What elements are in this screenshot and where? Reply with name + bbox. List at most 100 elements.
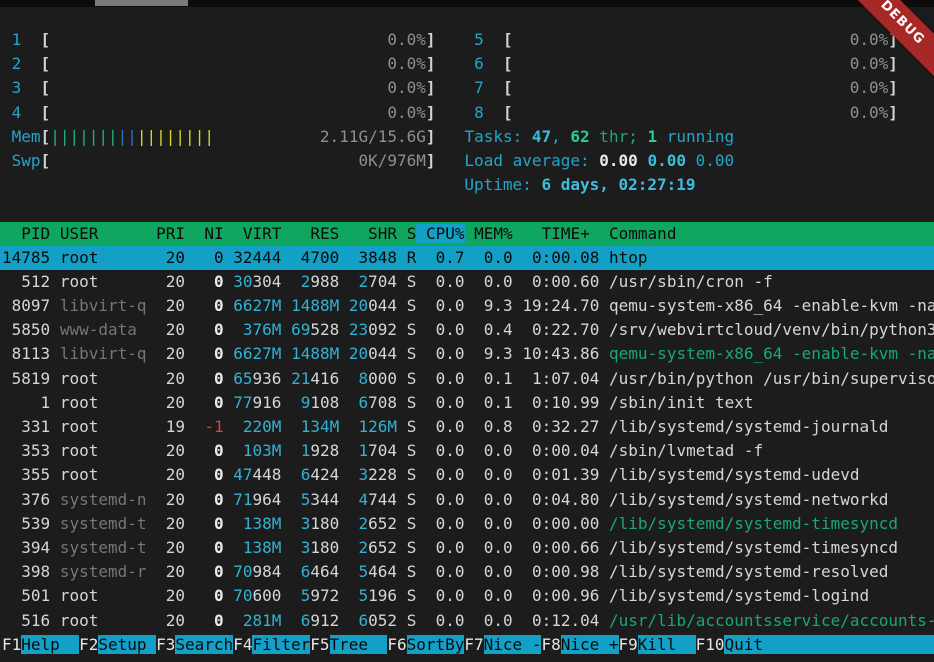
fkey-setup[interactable]: F2Setup — [79, 635, 156, 654]
cell-time: 0:00.00 — [522, 514, 599, 533]
process-row[interactable]: 8097 libvirt-q 20 0 6627M 1488M 20044 S … — [0, 294, 934, 318]
cell-user: root — [60, 417, 147, 436]
cell-mem: 0.0 — [474, 514, 513, 533]
cell-ni: 0 — [195, 296, 224, 315]
fkey-search[interactable]: F3Search — [156, 635, 233, 654]
cell-user: root — [60, 369, 147, 388]
cell-state: S — [407, 611, 417, 630]
cpu-meter-7-label: 7 — [474, 78, 503, 97]
cpu-meter-2-value: 0.0% — [387, 54, 426, 73]
process-row[interactable]: 539 systemd-t 20 0 138M 3180 2652 S 0.0 … — [0, 512, 934, 536]
cell-user: systemd-t — [60, 538, 147, 557]
F7-key: F7 — [464, 635, 483, 654]
cell-mem: 9.3 — [474, 296, 513, 315]
tasks-summary: 1 — [647, 127, 657, 146]
F3-key: F3 — [156, 635, 175, 654]
cell-ni: 0 — [195, 393, 224, 412]
scrollbar-thumb[interactable] — [95, 0, 188, 6]
process-row[interactable]: 5819 root 20 0 65936 21416 8000 S 0.0 0.… — [0, 367, 934, 391]
cell-mem: 0.0 — [474, 538, 513, 557]
cell-state: S — [407, 538, 417, 557]
column-header-pri[interactable]: PRI — [156, 224, 185, 243]
process-row[interactable]: 8113 libvirt-q 20 0 6627M 1488M 20044 S … — [0, 342, 934, 366]
column-header-mem[interactable]: MEM% — [474, 224, 513, 243]
swp-meter-value: 0K/976M — [358, 151, 425, 170]
cpu-meter-1-open-bracket: [ — [41, 30, 51, 49]
fkey-sortby[interactable]: F6SortBy — [387, 635, 464, 654]
cell-state: S — [407, 369, 417, 388]
column-header-command[interactable]: Command — [609, 224, 676, 243]
column-header-state[interactable]: S — [407, 224, 417, 243]
cpu-meter-6-open-bracket: [ — [503, 54, 513, 73]
cell-cpu: 0.0 — [426, 369, 465, 388]
column-header-pid[interactable]: PID — [2, 224, 50, 243]
process-row[interactable]: 394 systemd-t 20 0 138M 3180 2652 S 0.0 … — [0, 536, 934, 560]
fkey-filter[interactable]: F4Filter — [233, 635, 310, 654]
cpu-meter-6-value: 0.0% — [850, 54, 889, 73]
cell-pid: 376 — [2, 490, 50, 509]
cell-user: root — [60, 272, 147, 291]
process-row[interactable]: 353 root 20 0 103M 1928 1704 S 0.0 0.0 0… — [0, 439, 934, 463]
cell-ni: 0 — [195, 320, 224, 339]
tasks-summary: thr; — [590, 127, 648, 146]
fkey-tree[interactable]: F5Tree — [310, 635, 387, 654]
cell-command: /lib/systemd/systemd-journald — [609, 417, 888, 436]
fkey-help[interactable]: F1Help — [2, 635, 79, 654]
cell-time: 0:00.04 — [522, 441, 599, 460]
cell-pri: 20 — [156, 320, 185, 339]
column-header-cpu-sorted[interactable]: CPU% — [416, 224, 464, 243]
process-row[interactable]: 376 systemd-n 20 0 71964 5344 4744 S 0.0… — [0, 488, 934, 512]
cell-command: /usr/lib/accountsservice/accounts- — [609, 611, 934, 630]
cell-mem: 0.0 — [474, 490, 513, 509]
cell-ni: 0 — [195, 465, 224, 484]
swp-meter-close-bracket: ] — [426, 151, 436, 170]
cell-time: 0:00.60 — [522, 272, 599, 291]
process-row[interactable]: 512 root 20 0 30304 2988 2704 S 0.0 0.0 … — [0, 270, 934, 294]
cell-pri: 20 — [156, 296, 185, 315]
process-row[interactable]: 516 root 20 0 281M 6912 6052 S 0.0 0.0 0… — [0, 609, 934, 633]
process-row[interactable]: 501 root 20 0 70600 5972 5196 S 0.0 0.0 … — [0, 584, 934, 608]
column-header-ni[interactable]: NI — [195, 224, 224, 243]
cpu-meter-8-close-bracket: ] — [888, 103, 898, 122]
cell-time: 0:00.08 — [522, 248, 599, 267]
process-row[interactable]: 398 systemd-r 20 0 70984 6464 5464 S 0.0… — [0, 560, 934, 584]
cell-state: S — [407, 393, 417, 412]
cell-ni: 0 — [195, 272, 224, 291]
column-header-time[interactable]: TIME+ — [522, 224, 599, 243]
F6-key: F6 — [387, 635, 406, 654]
process-row[interactable]: 355 root 20 0 47448 6424 3228 S 0.0 0.0 … — [0, 463, 934, 487]
process-row[interactable]: 1 root 20 0 77916 9108 6708 S 0.0 0.1 0:… — [0, 391, 934, 415]
process-row[interactable]: 331 root 19 -1 220M 134M 126M S 0.0 0.8 … — [0, 415, 934, 439]
cell-ni: 0 — [195, 369, 224, 388]
cell-state: S — [407, 320, 417, 339]
cell-time: 0:01.39 — [522, 465, 599, 484]
fkey-nice-[interactable]: F7Nice - — [464, 635, 541, 654]
column-header-virt[interactable]: VIRT — [233, 224, 281, 243]
cell-pid: 394 — [2, 538, 50, 557]
cell-ni: 0 — [195, 441, 224, 460]
cell-pri: 20 — [156, 441, 185, 460]
cell-time: 1:07.04 — [522, 369, 599, 388]
column-header-shr[interactable]: SHR — [349, 224, 397, 243]
cpu-meter-3-value: 0.0% — [387, 78, 426, 97]
F5-key: F5 — [310, 635, 329, 654]
column-header-res[interactable]: RES — [291, 224, 339, 243]
process-row[interactable]: 14785 root 20 0 32444 4700 3848 R 0.7 0.… — [0, 246, 934, 270]
F10-label: Quit — [724, 635, 934, 654]
fkey-nice-[interactable]: F8Nice + — [541, 635, 618, 654]
cell-command: qemu-system-x86_64 -enable-kvm -na — [609, 344, 934, 363]
cell-mem: 0.0 — [474, 465, 513, 484]
table-header[interactable]: PID USER PRI NI VIRT RES SHR S CPU% MEM%… — [0, 222, 934, 246]
mem-meter-open-bracket: [ — [41, 127, 51, 146]
cell-state: S — [407, 465, 417, 484]
process-row[interactable]: 5850 www-data 20 0 376M 69528 23092 S 0.… — [0, 318, 934, 342]
cell-command: /usr/sbin/cron -f — [609, 272, 773, 291]
cell-user: root — [60, 611, 147, 630]
column-header-user[interactable]: USER — [60, 224, 147, 243]
cell-command: /sbin/init text — [609, 393, 754, 412]
cell-cpu: 0.0 — [426, 320, 465, 339]
cpu-meter-7-value: 0.0% — [850, 78, 889, 97]
fkey-kill[interactable]: F9Kill — [619, 635, 696, 654]
cell-cpu: 0.0 — [426, 514, 465, 533]
fkey-quit[interactable]: F10Quit — [696, 635, 934, 654]
